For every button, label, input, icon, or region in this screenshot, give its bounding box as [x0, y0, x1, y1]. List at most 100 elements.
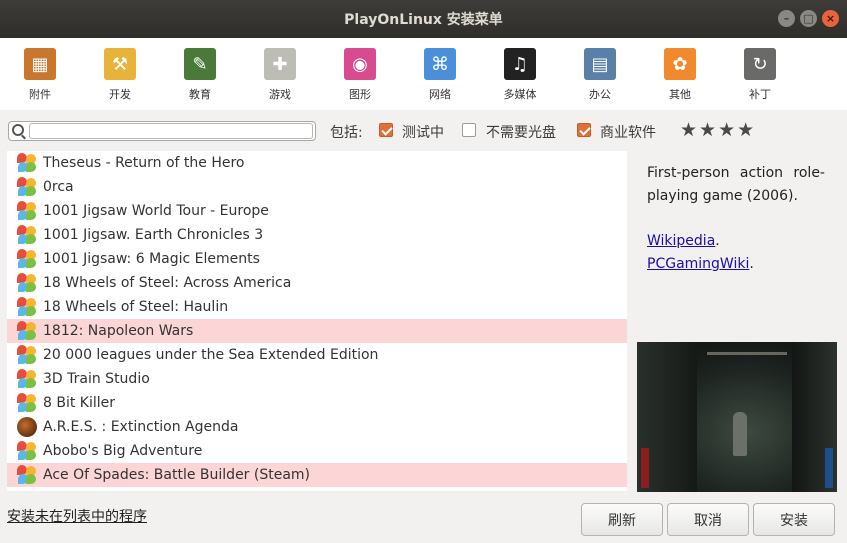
list-item[interactable]: Ace Of Spades: Battle Builder (Steam)	[7, 463, 627, 487]
link-separator: .	[715, 233, 720, 249]
close-icon[interactable]: ×	[822, 10, 839, 27]
game-name: Ace Of Spades: Battle Builder (Steam)	[43, 467, 311, 483]
list-item[interactable]: 18 Wheels of Steel: Across America	[7, 271, 627, 295]
game-list[interactable]: Theseus - Return of the Hero 0rca 1001 Jig…	[7, 151, 627, 491]
playonlinux-clover-icon	[17, 249, 37, 269]
window-title: PlayOnLinux 安装菜单	[344, 12, 503, 28]
commercial-checkbox[interactable]	[577, 123, 591, 137]
clover-petal	[26, 402, 36, 412]
category-network[interactable]: ⌘ 网络	[400, 38, 480, 110]
wikipedia-link[interactable]: Wikipedia	[647, 233, 715, 249]
clover-petal	[26, 234, 36, 244]
game-description: First-person action role-playing game (2…	[647, 162, 825, 276]
accessories-icon: ▦	[24, 48, 56, 80]
playonlinux-clover-icon	[17, 345, 37, 365]
no-cd-label: 不需要光盘	[486, 125, 556, 141]
playonlinux-clover-icon	[17, 225, 37, 245]
clover-petal	[26, 210, 36, 220]
no-cd-checkbox[interactable]	[462, 123, 476, 137]
playonlinux-clover-icon	[17, 273, 37, 293]
filter-bar: 包括: 测试中 不需要光盘 商业软件 ★★★★	[0, 113, 847, 147]
maximize-icon[interactable]: □	[800, 10, 817, 27]
list-item[interactable]: 18 Wheels of Steel: Haulin	[7, 295, 627, 319]
testing-label: 测试中	[402, 125, 444, 141]
network-icon: ⌘	[424, 48, 456, 80]
office-icon: ▤	[584, 48, 616, 80]
playonlinux-clover-icon	[17, 441, 37, 461]
category-patches[interactable]: ↻ 补丁	[720, 38, 800, 110]
playonlinux-clover-icon	[17, 177, 37, 197]
category-other[interactable]: ✿ 其他	[640, 38, 720, 110]
category-development[interactable]: ⚒ 开发	[80, 38, 160, 110]
include-label: 包括:	[330, 125, 363, 141]
list-item[interactable]: A.R.E.S. : Extinction Agenda	[7, 415, 627, 439]
title-bar: PlayOnLinux 安装菜单 – □ ×	[0, 0, 847, 38]
install-button[interactable]: 安装	[753, 503, 835, 536]
category-graphics[interactable]: ◉ 图形	[320, 38, 400, 110]
list-item[interactable]: 1812: Napoleon Wars	[7, 319, 627, 343]
manual-install-link[interactable]: 安装未在列表中的程序	[7, 506, 147, 526]
ares-logo-icon	[17, 417, 37, 437]
game-screenshot	[637, 342, 837, 492]
category-label: 办公	[589, 88, 611, 101]
category-label: 其他	[669, 88, 691, 101]
category-education[interactable]: ✎ 教育	[160, 38, 240, 110]
patches-icon: ↻	[744, 48, 776, 80]
refresh-button[interactable]: 刷新	[581, 503, 663, 536]
list-item[interactable]: 20 000 leagues under the Sea Extended Ed…	[7, 343, 627, 367]
screenshot-text-line	[707, 352, 787, 355]
minimize-icon[interactable]: –	[778, 10, 795, 27]
game-name: Theseus - Return of the Hero	[43, 155, 245, 171]
category-office[interactable]: ▤ 办公	[560, 38, 640, 110]
testing-checkbox[interactable]	[379, 123, 393, 137]
clover-petal	[26, 378, 36, 388]
pcgamingwiki-link[interactable]: PCGamingWiki	[647, 256, 749, 272]
development-icon: ⚒	[104, 48, 136, 80]
clover-petal	[26, 186, 36, 196]
category-label: 附件	[29, 88, 51, 101]
list-item[interactable]: 8 Bit Killer	[7, 391, 627, 415]
game-name: 8 Bit Killer	[43, 395, 116, 411]
graphics-icon: ◉	[344, 48, 376, 80]
cancel-button[interactable]: 取消	[667, 503, 749, 536]
education-icon: ✎	[184, 48, 216, 80]
search-icon[interactable]	[12, 124, 24, 136]
game-name: 0rca	[43, 179, 74, 195]
game-name: A.R.E.S. : Extinction Agenda	[43, 419, 239, 435]
clover-petal	[26, 258, 36, 268]
category-label: 开发	[109, 88, 131, 101]
screenshot-mana-bar	[825, 448, 833, 488]
category-multimedia[interactable]: ♫ 多媒体	[480, 38, 560, 110]
clover-petal	[26, 330, 36, 340]
other-icon: ✿	[664, 48, 696, 80]
rating-stars[interactable]: ★★★★	[680, 119, 756, 141]
list-item[interactable]: 3D Train Studio	[7, 367, 627, 391]
category-label: 教育	[189, 88, 211, 101]
category-label: 多媒体	[503, 88, 537, 101]
screenshot-character	[733, 412, 747, 456]
category-accessories[interactable]: ▦ 附件	[0, 38, 80, 110]
multimedia-icon: ♫	[504, 48, 536, 80]
game-name: 1001 Jigsaw. Earth Chronicles 3	[43, 227, 264, 243]
list-item[interactable]: Abobo's Big Adventure	[7, 439, 627, 463]
game-name: 1001 Jigsaw World Tour - Europe	[43, 203, 269, 219]
list-item[interactable]: 0rca	[7, 175, 627, 199]
category-games[interactable]: ✚ 游戏	[240, 38, 320, 110]
list-item[interactable]: 1001 Jigsaw: 6 Magic Elements	[7, 247, 627, 271]
window-controls: – □ ×	[778, 10, 839, 27]
games-icon: ✚	[264, 48, 296, 80]
list-item[interactable]: Theseus - Return of the Hero	[7, 151, 627, 175]
game-name: 20 000 leagues under the Sea Extended Ed…	[43, 347, 379, 363]
clover-petal	[26, 282, 36, 292]
list-item[interactable]: 1001 Jigsaw World Tour - Europe	[7, 199, 627, 223]
list-item[interactable]: 1001 Jigsaw. Earth Chronicles 3	[7, 223, 627, 247]
description-links: Wikipedia. PCGamingWiki.	[647, 230, 825, 276]
search-input[interactable]	[29, 123, 313, 139]
playonlinux-clover-icon	[17, 297, 37, 317]
clover-petal	[26, 306, 36, 316]
search-box	[8, 121, 316, 141]
screenshot-health-bar	[641, 448, 649, 488]
category-label: 补丁	[749, 88, 771, 101]
description-text: First-person action role-playing game (2…	[647, 165, 825, 204]
clover-petal	[26, 450, 36, 460]
